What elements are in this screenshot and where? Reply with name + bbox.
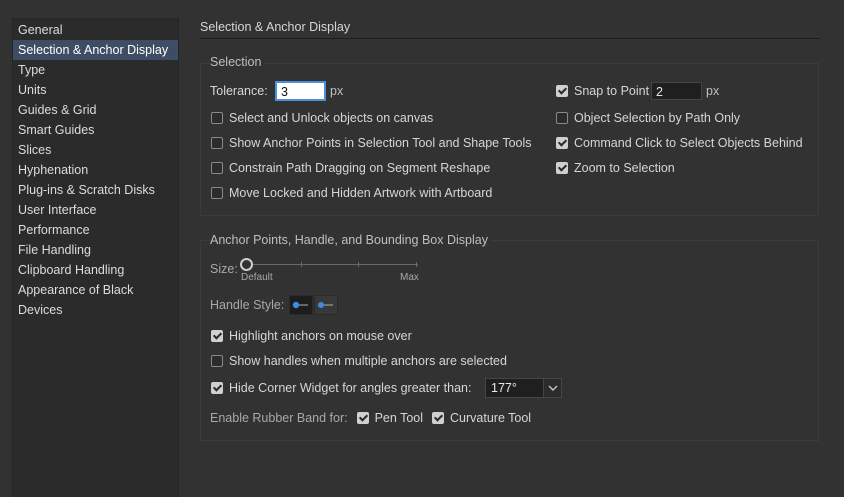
sidebar-item-plug-ins-scratch-disks[interactable]: Plug-ins & Scratch Disks [13,180,178,200]
snap-to-point-checkbox[interactable]: Snap to Point [556,82,649,100]
size-min-label: Default [241,272,273,283]
move-locked-checkbox[interactable]: Move Locked and Hidden Artwork with Artb… [211,184,492,202]
constrain-path-check-icon [211,162,223,174]
object-selection-path-checkbox[interactable]: Object Selection by Path Only [556,109,740,127]
sidebar-item-slices[interactable]: Slices [13,140,178,160]
move-locked-label: Move Locked and Hidden Artwork with Artb… [229,186,493,200]
sidebar-item-hyphenation[interactable]: Hyphenation [13,160,178,180]
select-unlock-checkbox[interactable]: Select and Unlock objects on canvas [211,109,433,127]
curvature-tool-check-icon [432,412,445,424]
snap-to-point-label: Snap to Point [574,84,650,98]
select-unlock-check-icon [211,112,223,124]
tolerance-label: Tolerance: [210,84,268,98]
command-click-check-icon [556,137,568,149]
constrain-path-label: Constrain Path Dragging on Segment Resha… [229,161,491,175]
size-slider-tick [358,262,359,267]
curvature-tool-checkbox[interactable]: Curvature Tool [432,409,531,427]
show-anchor-points-label: Show Anchor Points in Selection Tool and… [229,136,532,150]
show-anchor-points-checkbox[interactable]: Show Anchor Points in Selection Tool and… [211,134,532,152]
pen-tool-checkbox[interactable]: Pen Tool [356,409,424,427]
command-click-label: Command Click to Select Objects Behind [574,136,803,150]
highlight-anchors-check-icon [211,330,223,342]
preferences-sidebar: General Selection & Anchor Display Type Uni… [12,18,179,497]
selection-group-title: Selection [210,55,266,69]
show-handles-multiple-label: Show handles when multiple anchors are s… [229,354,507,368]
size-slider-tick [416,262,417,267]
page-title: Selection & Anchor Display [200,20,351,34]
sidebar-item-guides-grid[interactable]: Guides & Grid [13,100,178,120]
show-handles-multiple-check-icon [211,355,223,367]
show-anchor-points-check-icon [211,137,223,149]
handle-style-row: Handle Style: [210,296,284,314]
object-selection-path-check-icon [556,112,568,124]
zoom-to-selection-check-icon [556,162,568,174]
sidebar-item-file-handling[interactable]: File Handling [13,240,178,260]
corner-angle-dropdown-button[interactable] [543,378,562,398]
handle-style-solid-button[interactable] [289,295,313,315]
show-handles-multiple-checkbox[interactable]: Show handles when multiple anchors are s… [211,352,507,370]
corner-angle-select[interactable]: 177° [485,378,544,398]
sidebar-item-general[interactable]: General [13,20,178,40]
size-max-label: Max [400,272,419,283]
rubber-band-row: Enable Rubber Band for: Pen Tool Curvatu… [210,409,531,427]
sidebar-item-user-interface[interactable]: User Interface [13,200,178,220]
title-divider [200,38,820,39]
size-slider-knob[interactable] [240,258,253,271]
select-unlock-label: Select and Unlock objects on canvas [229,111,434,125]
sidebar-item-units[interactable]: Units [13,80,178,100]
chevron-down-icon [548,385,557,391]
size-row: Size: [210,260,238,278]
zoom-to-selection-checkbox[interactable]: Zoom to Selection [556,159,675,177]
highlight-anchors-checkbox[interactable]: Highlight anchors on mouse over [211,327,412,345]
rubber-band-label: Enable Rubber Band for: [210,411,348,425]
move-locked-check-icon [211,187,223,199]
command-click-checkbox[interactable]: Command Click to Select Objects Behind [556,134,803,152]
sidebar-item-clipboard-handling[interactable]: Clipboard Handling [13,260,178,280]
snap-to-point-unit: px [706,84,720,98]
curvature-tool-label: Curvature Tool [450,411,532,425]
zoom-to-selection-label: Zoom to Selection [574,161,675,175]
snap-to-point-input[interactable]: 2 [651,82,702,100]
constrain-path-checkbox[interactable]: Constrain Path Dragging on Segment Resha… [211,159,490,177]
tolerance-input[interactable]: 3 [275,81,326,101]
size-slider-tick [301,262,302,267]
handle-hollow-icon [318,302,333,308]
sidebar-item-devices[interactable]: Devices [13,300,178,320]
tolerance-unit: px [330,84,344,98]
anchor-display-group-title: Anchor Points, Handle, and Bounding Box … [210,233,492,247]
handle-style-label: Handle Style: [210,298,285,312]
snap-to-point-check-icon [556,85,568,97]
tolerance-row: Tolerance: [210,82,268,100]
sidebar-item-selection-anchor-display[interactable]: Selection & Anchor Display [13,40,178,60]
object-selection-path-label: Object Selection by Path Only [574,111,741,125]
handle-style-hollow-button[interactable] [314,295,338,315]
size-slider-track[interactable] [244,264,418,265]
sidebar-item-smart-guides[interactable]: Smart Guides [13,120,178,140]
sidebar-item-appearance-of-black[interactable]: Appearance of Black [13,280,178,300]
hide-corner-widget-label: Hide Corner Widget for angles greater th… [229,381,472,395]
size-label: Size: [210,262,238,276]
sidebar-item-type[interactable]: Type [13,60,178,80]
hide-corner-widget-check-icon [211,382,223,394]
pen-tool-label: Pen Tool [374,411,424,425]
sidebar-item-performance[interactable]: Performance [13,220,178,240]
highlight-anchors-label: Highlight anchors on mouse over [229,329,412,343]
handle-solid-icon [292,301,308,309]
hide-corner-widget-checkbox[interactable]: Hide Corner Widget for angles greater th… [211,379,472,397]
pen-tool-check-icon [356,412,369,424]
